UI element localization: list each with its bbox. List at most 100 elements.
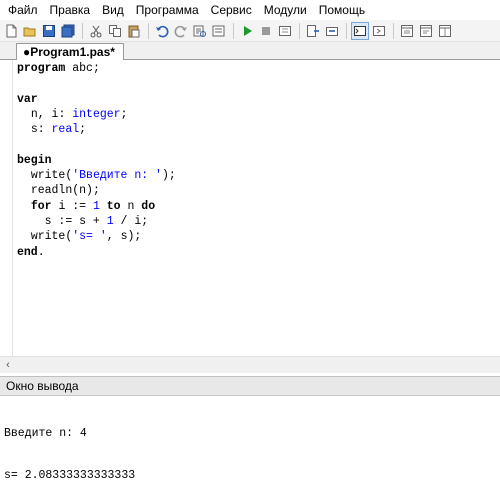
- code-text: .: [37, 245, 45, 259]
- code-keyword: do: [141, 199, 156, 213]
- menu-bar: Файл Правка Вид Программа Сервис Модули …: [0, 0, 500, 20]
- tab-program1[interactable]: ●Program1.pas*: [16, 43, 124, 61]
- code-text: :: [58, 107, 73, 121]
- menu-modules[interactable]: Модули: [258, 0, 313, 20]
- code-text: +: [86, 214, 107, 228]
- code-text: ;: [120, 107, 128, 121]
- code-line: write('Введите n: ');: [17, 168, 176, 183]
- toolbar-separator: [346, 22, 347, 39]
- code-line: program abc;: [17, 61, 176, 76]
- code-text: s: [44, 214, 52, 228]
- code-line: write('s= ', s);: [17, 229, 176, 244]
- menu-help[interactable]: Помощь: [313, 0, 371, 20]
- menu-view[interactable]: Вид: [96, 0, 130, 20]
- output-line: s= 2.08333333333333: [4, 469, 136, 482]
- code-text: );: [86, 184, 100, 198]
- code-text: );: [127, 230, 142, 244]
- code-keyword: begin: [17, 153, 52, 167]
- output-text: Введите n: 4 s= 2.08333333333333: [4, 399, 135, 493]
- menu-edit[interactable]: Правка: [44, 0, 97, 20]
- terminal-icon[interactable]: [370, 22, 388, 40]
- scroll-left-icon[interactable]: ‹: [2, 359, 14, 371]
- code-number: 1: [92, 199, 100, 213]
- code-text: :=: [65, 199, 93, 213]
- copy-icon[interactable]: [106, 22, 124, 40]
- code-string: 's= ': [72, 230, 107, 244]
- code-number: 1: [106, 214, 114, 228]
- window2-icon[interactable]: [417, 22, 435, 40]
- stop-icon[interactable]: [257, 22, 275, 40]
- step-over-icon[interactable]: [323, 22, 341, 40]
- undo-icon[interactable]: [153, 22, 171, 40]
- code-keyword: end: [17, 245, 38, 259]
- output-panel-header: Окно вывода: [0, 376, 500, 396]
- code-text: n: [30, 107, 38, 121]
- code-text: ,: [37, 107, 52, 121]
- step-into-icon[interactable]: [304, 22, 322, 40]
- code-line: end.: [17, 245, 176, 260]
- code-line: var: [17, 92, 176, 107]
- code-string: 'Введите n: ': [72, 169, 162, 183]
- code-text: write: [30, 169, 66, 183]
- menu-service[interactable]: Сервис: [205, 0, 258, 20]
- output-line: Введите n: 4: [4, 427, 87, 440]
- code-line: for i := 1 to n do: [17, 199, 176, 214]
- code-text: :: [37, 123, 52, 137]
- window3-icon[interactable]: [436, 22, 454, 40]
- code-type: real: [51, 123, 80, 137]
- save-icon[interactable]: [40, 22, 58, 40]
- goto-icon[interactable]: [210, 22, 228, 40]
- code-keyword: var: [17, 92, 38, 106]
- new-file-icon[interactable]: [2, 22, 20, 40]
- code-area[interactable]: program abc; var n, i: integer; s: real;…: [17, 61, 176, 260]
- toolbar: [0, 20, 500, 42]
- code-text: write: [30, 230, 66, 244]
- code-keyword: for: [30, 199, 52, 213]
- code-line: readln(n);: [17, 183, 176, 198]
- compile-icon[interactable]: [276, 22, 294, 40]
- code-text: readln: [30, 184, 73, 198]
- code-line: begin: [17, 153, 176, 168]
- redo-icon[interactable]: [172, 22, 190, 40]
- run-icon[interactable]: [238, 22, 256, 40]
- code-type: integer: [72, 107, 121, 121]
- code-text: /: [113, 214, 135, 228]
- toolbar-separator: [299, 22, 300, 39]
- menu-program[interactable]: Программа: [130, 0, 205, 20]
- find-replace-icon[interactable]: [191, 22, 209, 40]
- editor-gutter: [0, 60, 13, 356]
- code-text: );: [161, 169, 176, 183]
- code-text: ;: [92, 62, 100, 75]
- cut-icon[interactable]: [87, 22, 105, 40]
- paste-icon[interactable]: [125, 22, 143, 40]
- code-keyword: to: [106, 199, 121, 213]
- save-all-icon[interactable]: [59, 22, 77, 40]
- code-keyword: program: [17, 62, 66, 75]
- code-text: ,: [106, 230, 121, 244]
- menu-file[interactable]: Файл: [2, 0, 44, 20]
- output-panel[interactable]: Введите n: 4 s= 2.08333333333333: [0, 396, 500, 493]
- toolbar-separator: [233, 22, 234, 39]
- open-folder-icon[interactable]: [21, 22, 39, 40]
- window-icon[interactable]: [398, 22, 416, 40]
- code-text: ;: [141, 214, 149, 228]
- code-editor[interactable]: program abc; var n, i: integer; s: real;…: [0, 60, 500, 356]
- output-window-icon[interactable]: [351, 21, 369, 40]
- code-text: s: [30, 123, 38, 137]
- editor-tab-strip: ●Program1.pas*: [0, 42, 500, 61]
- code-text: s: [79, 214, 87, 228]
- code-line: s := s + 1 / i;: [17, 214, 176, 229]
- code-line: s: real;: [17, 122, 176, 137]
- editor-horizontal-scrollbar[interactable]: ‹: [0, 356, 500, 373]
- toolbar-separator: [82, 22, 83, 39]
